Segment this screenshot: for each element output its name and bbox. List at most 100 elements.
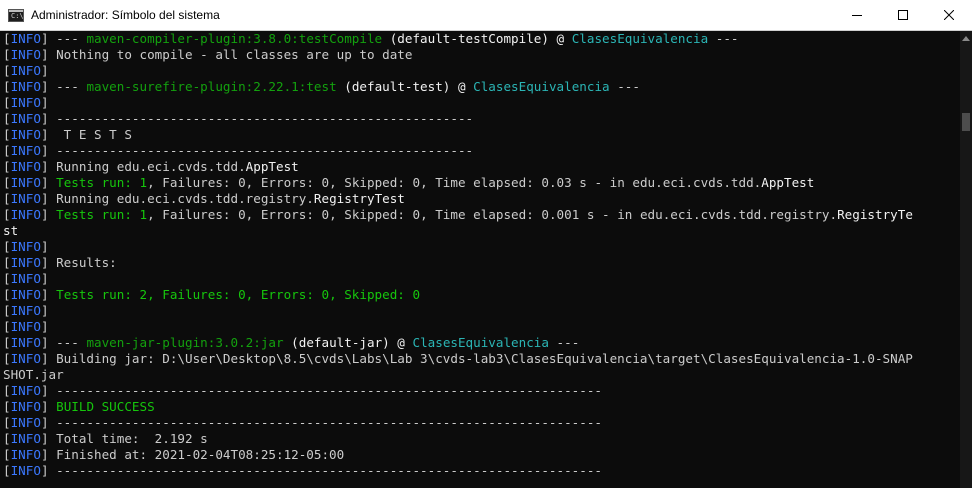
log-level: INFO (10, 335, 41, 350)
console-text: RegistryTe (837, 207, 913, 222)
console-text: ] (40, 319, 49, 334)
console-text: , Failures: 0, Errors: 0, Skipped: 0, Ti… (147, 175, 762, 190)
console-line: [INFO] Tests run: 2, Failures: 0, Errors… (3, 287, 960, 303)
console-line: [INFO] --- maven-surefire-plugin:2.22.1:… (3, 79, 960, 95)
console-text: ClasesEquivalencia (571, 31, 709, 46)
log-level: INFO (10, 287, 41, 302)
console-line: st (3, 223, 960, 239)
console-text: Tests run: (56, 207, 140, 222)
log-level: INFO (10, 351, 41, 366)
scroll-thumb[interactable] (962, 113, 970, 131)
console-text: ] --- (40, 79, 87, 94)
console-text: ] Running edu.eci.cvds.tdd. (40, 159, 246, 174)
console-text: ] --------------------------------------… (40, 383, 603, 398)
console-app-icon[interactable]: C:\ (8, 8, 24, 22)
scroll-up-button[interactable] (960, 31, 972, 45)
close-icon (944, 10, 954, 20)
console-text: RegistryTest (313, 191, 405, 206)
console-text: (default-test) @ (336, 79, 474, 94)
console-text: [ (3, 47, 11, 62)
console-text: [ (3, 175, 11, 190)
log-level: INFO (10, 47, 41, 62)
console-text: ] (40, 175, 57, 190)
console-text: maven-surefire-plugin:2.22.1:test (86, 79, 337, 94)
console-line: [INFO] Building jar: D:\User\Desktop\8.5… (3, 351, 960, 367)
console-line: [INFO] ---------------------------------… (3, 143, 960, 159)
console-text: ] (40, 399, 57, 414)
console-text: --- (548, 335, 580, 350)
console-line: [INFO] Total time: 2.192 s (3, 431, 960, 447)
log-level: INFO (10, 143, 41, 158)
console-text: [ (3, 351, 11, 366)
console-text: ] --------------------------------------… (40, 415, 603, 430)
log-level: INFO (10, 63, 41, 78)
log-level: INFO (10, 239, 41, 254)
console-text: [ (3, 399, 11, 414)
log-level: INFO (10, 207, 41, 222)
console-text: [ (3, 335, 11, 350)
console-text: --- (708, 31, 739, 46)
console-text: ] (40, 287, 57, 302)
console-line: [INFO] ---------------------------------… (3, 415, 960, 431)
console-text: [ (3, 383, 11, 398)
app-icon-glyph: C:\ (11, 11, 24, 20)
console-text: [ (3, 111, 11, 126)
console-text: ] Running edu.eci.cvds.tdd.registry. (40, 191, 314, 206)
console-line: [INFO] (3, 239, 960, 255)
console-text: ] (40, 271, 49, 286)
console-output[interactable]: [INFO] --- maven-compiler-plugin:3.8.0:t… (0, 31, 960, 488)
minimize-icon (852, 15, 862, 16)
console-line: [INFO] (3, 95, 960, 111)
console-text: , Failures: 0, Errors: 0, Skipped: 0, Ti… (147, 207, 838, 222)
console-text: Tests run: 2, Failures: 0, Errors: 0, Sk… (56, 287, 421, 302)
console-line: [INFO] Nothing to compile - all classes … (3, 47, 960, 63)
log-level: INFO (10, 431, 41, 446)
log-level: INFO (10, 255, 41, 270)
console-text: Tests run: (56, 175, 140, 190)
console-line: [INFO] T E S T S (3, 127, 960, 143)
console-text: ] (40, 95, 49, 110)
console-text: BUILD SUCCESS (56, 399, 155, 414)
chevron-up-icon (962, 35, 970, 41)
window-title: Administrador: Símbolo del sistema (31, 8, 220, 22)
console-text: [ (3, 287, 11, 302)
console-text: [ (3, 207, 11, 222)
console-text: [ (3, 447, 11, 462)
console-line: [INFO] BUILD SUCCESS (3, 399, 960, 415)
console-line: [INFO] --- maven-jar-plugin:3.0.2:jar (d… (3, 335, 960, 351)
console-line: [INFO] ---------------------------------… (3, 463, 960, 479)
console-text: (default-jar) @ (283, 335, 413, 350)
console-text: [ (3, 319, 11, 334)
console-line: [INFO] (3, 63, 960, 79)
console-text: ] (40, 239, 49, 254)
log-level: INFO (10, 399, 41, 414)
console-text: [ (3, 63, 11, 78)
console-text: [ (3, 95, 11, 110)
console-text: AppTest (245, 159, 299, 174)
console-text: [ (3, 31, 11, 46)
log-level: INFO (10, 111, 41, 126)
vertical-scrollbar[interactable] (960, 31, 972, 488)
log-level: INFO (10, 31, 41, 46)
console-line: [INFO] Running edu.eci.cvds.tdd.registry… (3, 191, 960, 207)
console-line: [INFO] Results: (3, 255, 960, 271)
minimize-button[interactable] (834, 0, 880, 30)
console-line: [INFO] ---------------------------------… (3, 383, 960, 399)
log-level: INFO (10, 463, 41, 478)
console-text: ] --------------------------------------… (40, 111, 474, 126)
maximize-button[interactable] (880, 0, 926, 30)
console-text: [ (3, 255, 11, 270)
console-text: [ (3, 79, 11, 94)
console-text: ] --- (40, 335, 87, 350)
console-line: [INFO] (3, 303, 960, 319)
log-level: INFO (10, 191, 41, 206)
close-button[interactable] (926, 0, 972, 30)
console-text: ] Finished at: 2021-02-04T08:25:12-05:00 (40, 447, 345, 462)
console-text: 1 (139, 207, 148, 222)
console-text: [ (3, 127, 11, 142)
title-bar[interactable]: C:\ Administrador: Símbolo del sistema (0, 0, 972, 31)
console-line: [INFO] --- maven-compiler-plugin:3.8.0:t… (3, 31, 960, 47)
console-text: AppTest (761, 175, 815, 190)
console-line: [INFO] Tests run: 1, Failures: 0, Errors… (3, 207, 960, 223)
log-level: INFO (10, 415, 41, 430)
